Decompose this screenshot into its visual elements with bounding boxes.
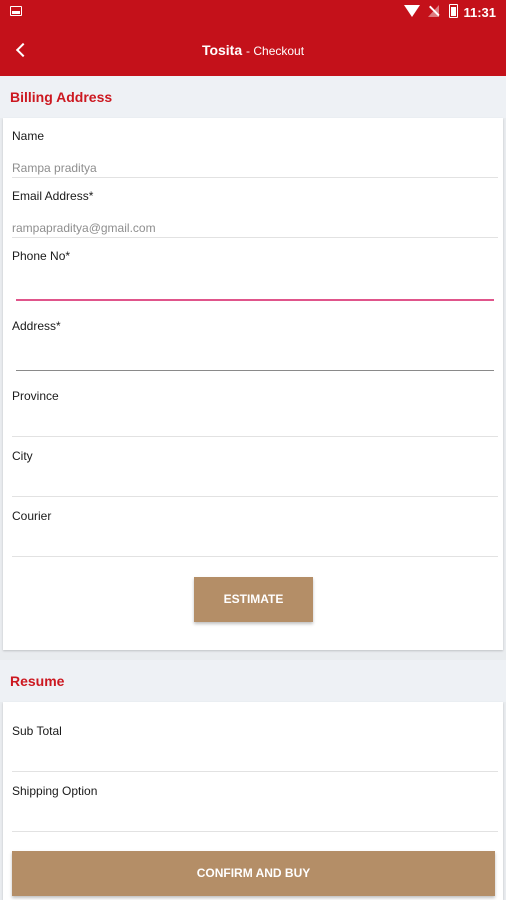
name-label: Name xyxy=(12,129,45,143)
name-input[interactable]: Rampa praditya xyxy=(12,161,97,175)
billing-card: Name Rampa praditya Email Address* rampa… xyxy=(3,118,503,650)
province-field[interactable]: Province xyxy=(12,389,498,439)
address-field[interactable]: Address* xyxy=(12,319,498,373)
shipping-option-label: Shipping Option xyxy=(12,784,98,798)
address-underline xyxy=(16,370,494,371)
battery-icon xyxy=(449,4,458,18)
courier-label: Courier xyxy=(12,509,52,523)
screen-icon xyxy=(10,6,22,16)
billing-header-title: Billing Address xyxy=(10,89,113,105)
email-field[interactable]: Email Address* rampapraditya@gmail.com xyxy=(12,189,498,239)
wifi-icon xyxy=(404,5,420,17)
email-label: Email Address* xyxy=(12,189,94,203)
brand-title: Tosita xyxy=(201,42,243,58)
city-label: City xyxy=(12,449,33,463)
status-time: 11:31 xyxy=(463,5,496,20)
estimate-button[interactable]: ESTIMATE xyxy=(194,577,313,622)
status-bar: 11:31 xyxy=(0,0,506,25)
courier-underline xyxy=(12,556,498,557)
courier-field[interactable]: Courier xyxy=(12,509,498,559)
resume-header-title: Resume xyxy=(10,673,65,689)
city-underline xyxy=(12,496,498,497)
shipping-option-row[interactable]: Shipping Option xyxy=(12,784,498,832)
app-bar: Tosita - Checkout xyxy=(0,25,506,76)
phone-underline xyxy=(16,299,494,301)
confirm-and-buy-button[interactable]: CONFIRM AND BUY xyxy=(12,851,495,896)
signal-icon xyxy=(428,5,439,17)
province-label: Province xyxy=(12,389,59,403)
page-subtitle: - Checkout xyxy=(246,44,305,58)
billing-section-header: Billing Address xyxy=(0,76,506,118)
name-field[interactable]: Name Rampa praditya xyxy=(12,129,498,179)
phone-field[interactable]: Phone No* xyxy=(12,249,498,301)
province-underline xyxy=(12,436,498,437)
subtotal-row: Sub Total xyxy=(12,724,498,772)
address-label: Address* xyxy=(12,319,61,333)
subtotal-label: Sub Total xyxy=(12,724,62,738)
phone-label: Phone No* xyxy=(12,249,71,263)
email-underline xyxy=(12,237,498,238)
city-field[interactable]: City xyxy=(12,449,498,499)
shipping-underline xyxy=(12,831,498,832)
page-title: Tosita - Checkout xyxy=(0,42,506,58)
name-underline xyxy=(12,177,498,178)
resume-section-header: Resume xyxy=(0,660,506,702)
email-input[interactable]: rampapraditya@gmail.com xyxy=(12,221,156,235)
subtotal-underline xyxy=(12,771,498,772)
